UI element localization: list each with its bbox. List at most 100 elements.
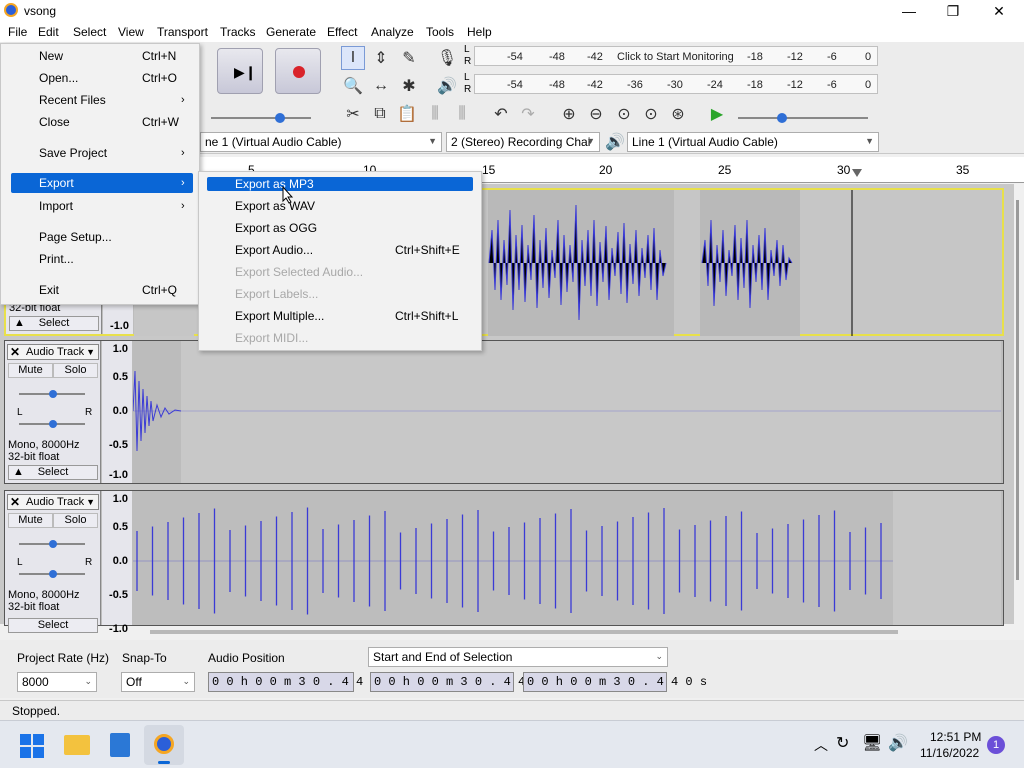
export-as-ogg[interactable]: Export as OGG: [199, 217, 475, 239]
close-window-button[interactable]: ✕: [976, 0, 1022, 22]
file-menu-print[interactable]: Print...: [1, 248, 199, 270]
file-menu-page-setup[interactable]: Page Setup...: [1, 226, 199, 248]
clock-date[interactable]: 11/16/2022: [920, 746, 979, 760]
audio-track-2[interactable]: ✕ Audio Track ▼ Mute Solo L R Mono, 8000Hz…: [4, 340, 1004, 484]
mute-button[interactable]: Mute: [8, 363, 53, 378]
gain-slider[interactable]: [19, 390, 85, 398]
export-multiple[interactable]: Export Multiple... Ctrl+Shift+L: [199, 305, 475, 327]
track-select-button[interactable]: ▲ Select: [8, 465, 98, 480]
network-icon[interactable]: ↻: [836, 733, 849, 753]
menu-view[interactable]: View: [118, 25, 144, 39]
track-control-panel[interactable]: ✕ Audio Track ▼ Mute Solo L R Mono, 8000Hz…: [5, 491, 101, 633]
close-track-icon[interactable]: ✕: [10, 495, 20, 509]
record-button[interactable]: [275, 48, 321, 94]
collapse-icon[interactable]: ▲: [14, 317, 25, 330]
click-to-start-monitoring[interactable]: Click to Start Monitoring: [617, 51, 734, 63]
file-menu-open[interactable]: Open... Ctrl+O: [1, 67, 199, 89]
track-waveform[interactable]: [133, 341, 1001, 483]
notepad-icon[interactable]: [110, 733, 130, 757]
clock-time[interactable]: 12:51 PM: [930, 730, 981, 744]
selection-mode-select[interactable]: Start and End of Selection ⌄: [368, 647, 668, 667]
project-rate-select[interactable]: 8000 ⌄: [17, 672, 97, 692]
play-head-marker[interactable]: [852, 169, 862, 177]
audacity-taskbar-button[interactable]: [144, 725, 184, 765]
file-menu-import[interactable]: Import ›: [1, 195, 199, 217]
menu-generate[interactable]: Generate: [266, 25, 316, 39]
export-as-mp3[interactable]: Export as MP3: [207, 177, 473, 191]
fit-project-icon[interactable]: ⊙: [639, 102, 663, 126]
copy-icon[interactable]: ⧉: [368, 102, 392, 126]
notification-badge[interactable]: 1: [987, 736, 1005, 754]
menu-analyze[interactable]: Analyze: [371, 25, 414, 39]
empty-track-region[interactable]: [893, 491, 1001, 625]
close-track-icon[interactable]: ✕: [10, 345, 20, 359]
track-name-button[interactable]: ✕ Audio Track ▼: [7, 494, 99, 510]
export-as-wav[interactable]: Export as WAV: [199, 195, 475, 217]
track-name-button[interactable]: ✕ Audio Track ▼: [7, 344, 99, 360]
menu-select[interactable]: Select: [73, 25, 106, 39]
scrollbar-thumb[interactable]: [1016, 200, 1019, 580]
trim-icon[interactable]: ⫼: [423, 102, 447, 126]
menu-tracks[interactable]: Tracks: [220, 25, 256, 39]
redo-icon[interactable]: ↷: [516, 102, 540, 126]
selection-tool-icon[interactable]: I: [341, 46, 365, 70]
windows-start-icon[interactable]: [20, 734, 44, 758]
zoom-tool-icon[interactable]: 🔍: [341, 74, 365, 98]
paste-icon[interactable]: 📋: [395, 102, 419, 126]
volume-icon[interactable]: 🔊: [888, 733, 908, 753]
collapse-icon[interactable]: ▲: [13, 466, 24, 479]
file-menu-recent-files[interactable]: Recent Files ›: [1, 89, 199, 111]
playback-speed-slider[interactable]: [205, 108, 317, 128]
undo-icon[interactable]: ↶: [489, 102, 513, 126]
multi-tool-icon[interactable]: ✱: [397, 74, 421, 98]
audio-position-field[interactable]: 0 0 h 0 0 m 3 0 . 4 4 0 s: [208, 672, 392, 692]
cut-icon[interactable]: ✂: [341, 102, 365, 126]
chevron-up-icon[interactable]: ︿: [814, 735, 828, 755]
menu-help[interactable]: Help: [467, 25, 492, 39]
file-menu-close[interactable]: Close Ctrl+W: [1, 111, 199, 133]
recording-meter[interactable]: -54 -48 -42 Click to Start Monitoring -1…: [474, 46, 878, 66]
playback-device-select[interactable]: Line 1 (Virtual Audio Cable) ▼: [627, 132, 879, 152]
horizontal-scrollbar[interactable]: [150, 630, 898, 634]
skip-end-button[interactable]: ▶❙: [217, 48, 263, 94]
file-menu-new[interactable]: New Ctrl+N: [1, 45, 199, 67]
gain-slider[interactable]: [19, 540, 85, 548]
pan-slider[interactable]: [19, 420, 85, 428]
solo-button[interactable]: Solo: [53, 363, 98, 378]
track-select-button[interactable]: ▲ Select: [9, 316, 99, 331]
slider-knob[interactable]: [49, 570, 57, 578]
display-icon[interactable]: 🖥: [862, 733, 882, 753]
time-shift-tool-icon[interactable]: ↔: [369, 74, 393, 98]
play-at-speed-icon[interactable]: ▶: [705, 102, 729, 126]
play-at-speed-slider[interactable]: [734, 108, 874, 128]
playback-meter[interactable]: -54 -48 -42 -36 -30 -24 -18 -12 -6 0: [474, 74, 878, 94]
audio-track-3[interactable]: ✕ Audio Track ▼ Mute Solo L R Mono, 8000Hz…: [4, 490, 1004, 635]
pan-slider[interactable]: [19, 570, 85, 578]
track-select-button[interactable]: Select: [8, 618, 98, 633]
slider-knob[interactable]: [777, 113, 787, 123]
zoom-toggle-icon[interactable]: ⊛: [666, 102, 690, 126]
fit-selection-icon[interactable]: ⊙: [612, 102, 636, 126]
track-waveform[interactable]: [133, 491, 893, 625]
menu-tools[interactable]: Tools: [426, 25, 454, 39]
recording-device-select[interactable]: ne 1 (Virtual Audio Cable) ▼: [200, 132, 442, 152]
microphone-icon[interactable]: 🎙: [435, 46, 459, 70]
file-explorer-icon[interactable]: [64, 735, 90, 755]
selection-start-field[interactable]: 0 0 h 0 0 m 3 0 . 4 4 0 s: [370, 672, 554, 692]
slider-knob[interactable]: [275, 113, 285, 123]
file-menu-save-project[interactable]: Save Project ›: [1, 142, 199, 164]
speaker-icon[interactable]: 🔊: [435, 74, 459, 98]
file-menu-exit[interactable]: Exit Ctrl+Q: [1, 279, 199, 301]
file-menu-export[interactable]: Export ›: [11, 173, 193, 193]
mute-button[interactable]: Mute: [8, 513, 53, 528]
vertical-scrollbar[interactable]: [1014, 184, 1024, 624]
snap-to-select[interactable]: Off ⌄: [121, 672, 195, 692]
menu-transport[interactable]: Transport: [157, 25, 208, 39]
slider-knob[interactable]: [49, 540, 57, 548]
slider-knob[interactable]: [49, 390, 57, 398]
envelope-tool-icon[interactable]: ⇕: [369, 46, 393, 70]
zoom-out-icon[interactable]: ⊖: [584, 102, 608, 126]
selection-end-field[interactable]: 0 0 h 0 0 m 3 0 . 4 4 0 s: [523, 672, 707, 692]
maximize-button[interactable]: ❐: [930, 0, 976, 22]
export-audio[interactable]: Export Audio... Ctrl+Shift+E: [199, 239, 475, 261]
